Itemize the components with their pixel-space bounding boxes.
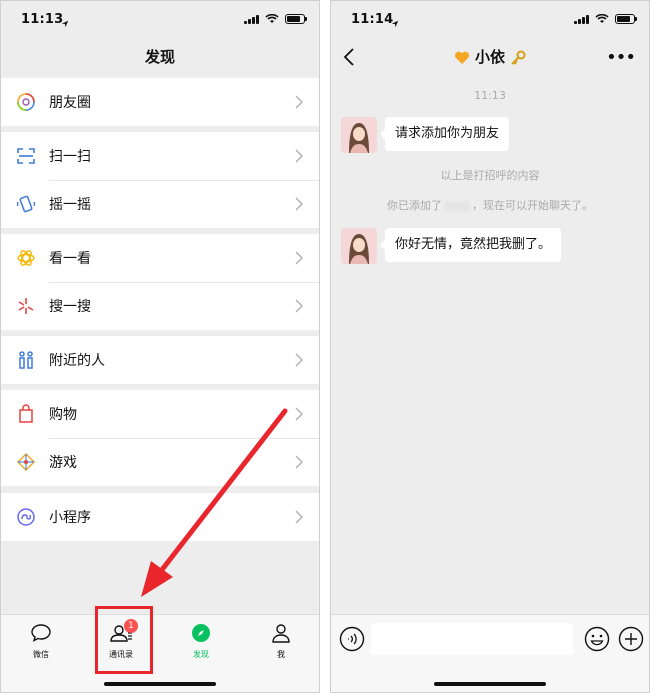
- home-indicator: [434, 682, 546, 686]
- greeting-note: 以上是打招呼的内容: [440, 169, 540, 182]
- message-timestamp: 11:13: [474, 89, 506, 102]
- key-icon: [511, 50, 526, 65]
- battery-icon: [615, 14, 637, 24]
- more-options-icon[interactable]: •••: [606, 47, 636, 68]
- status-bar: 11:14: [331, 1, 649, 37]
- message-bubble[interactable]: 你好无情，竟然把我删了。: [379, 228, 562, 262]
- message-input[interactable]: [371, 623, 573, 655]
- chat-title-text: 小依: [474, 48, 505, 66]
- plus-icon[interactable]: [618, 626, 644, 652]
- location-arrow-icon: [391, 13, 399, 32]
- message-bubble[interactable]: 请求添加你为朋友: [379, 117, 510, 151]
- status-time: 11:14: [351, 12, 394, 27]
- note-suffix: ，现在可以开始聊天了。: [472, 199, 593, 212]
- masked-name: [444, 201, 470, 211]
- chat-title: 小依: [331, 37, 649, 77]
- chat-header: 小依 •••: [331, 37, 649, 77]
- note-prefix: 你已添加了: [387, 199, 442, 212]
- system-note-added: 你已添加了 ，现在可以开始聊天了。: [331, 197, 649, 213]
- orange-heart-icon: [454, 51, 469, 64]
- wifi-icon: [595, 14, 609, 23]
- annotation-arrow: [141, 408, 288, 597]
- avatar[interactable]: [341, 117, 377, 153]
- message-row: 你好无情，竟然把我删了。: [341, 228, 562, 264]
- discover-screen: 11:13 发现 朋友圈 扫一扫 摇一摇 看一看 搜一搜 附近的人 购物 游戏 …: [0, 0, 320, 693]
- voice-input-icon[interactable]: [339, 626, 365, 652]
- chat-input-bar: [331, 614, 649, 692]
- emoji-icon[interactable]: [584, 626, 610, 652]
- cellular-signal-icon: [574, 14, 589, 24]
- avatar[interactable]: [341, 228, 377, 264]
- message-row: 请求添加你为朋友: [341, 117, 510, 153]
- chat-screen: 11:14 小依 ••• 11:13 请求添加你为朋友 以上是打招呼的内容 你已…: [330, 0, 650, 693]
